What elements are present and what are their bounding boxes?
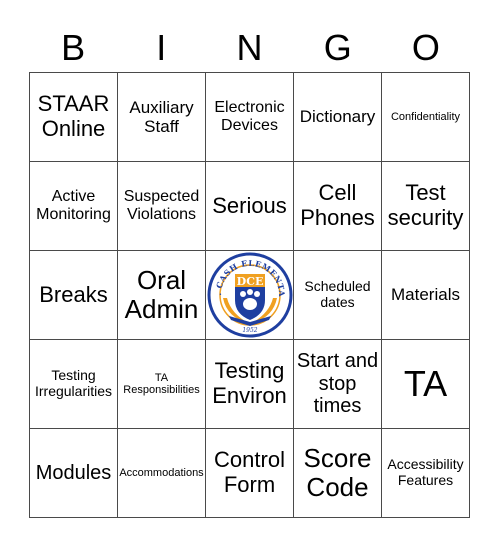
header-letter-g: G (323, 27, 352, 68)
bingo-row: Testing Irregularities TA Responsibiliti… (29, 339, 470, 429)
bingo-cell[interactable]: Test security (381, 161, 470, 251)
bingo-cell[interactable]: TA Responsibilities (117, 339, 206, 429)
bingo-header: B I N G O (29, 24, 470, 72)
bingo-cell[interactable]: Auxiliary Staff (117, 72, 206, 162)
bingo-cell[interactable]: TA (381, 339, 470, 429)
header-letter-i: I (156, 27, 167, 68)
bingo-cell[interactable]: Scheduled dates (293, 250, 382, 340)
bingo-cell[interactable]: Modules (29, 428, 118, 518)
bingo-cell[interactable]: Confidentiality (381, 72, 470, 162)
bingo-cell[interactable]: Cell Phones (293, 161, 382, 251)
bingo-cell[interactable]: Start and stop times (293, 339, 382, 429)
bingo-cell[interactable]: Control Form (205, 428, 294, 518)
bingo-row: Active Monitoring Suspected Violations S… (29, 161, 470, 251)
bingo-cell[interactable]: Serious (205, 161, 294, 251)
logo-initials: DCE (236, 275, 263, 288)
bingo-cell[interactable]: Electronic Devices (205, 72, 294, 162)
logo-year: 1952 (242, 327, 257, 334)
bingo-cell[interactable]: Oral Admin (117, 250, 206, 340)
header-letter-o: O (411, 27, 440, 68)
header-letter-n: N (236, 27, 263, 68)
bingo-row: Modules Accommodations Control Form Scor… (29, 428, 470, 518)
header-letter-b: B (61, 27, 86, 68)
bingo-cell[interactable]: Dictionary (293, 72, 382, 162)
bingo-cell[interactable]: Accessibility Features (381, 428, 470, 518)
bingo-row: Breaks Oral Admin DR. CASH ELEMENTARY (29, 250, 470, 340)
bingo-cell[interactable]: Breaks (29, 250, 118, 340)
bingo-cell[interactable]: Materials (381, 250, 470, 340)
bingo-cell[interactable]: STAAR Online (29, 72, 118, 162)
bingo-row: STAAR Online Auxiliary Staff Electronic … (29, 72, 470, 162)
bingo-cell[interactable]: Testing Environ (205, 339, 294, 429)
bingo-cell[interactable]: Score Code (293, 428, 382, 518)
bingo-cell[interactable]: Suspected Violations (117, 161, 206, 251)
school-logo-icon: DR. CASH ELEMENTARY DCE 1952 (207, 252, 292, 338)
bingo-cell[interactable]: Accommodations (117, 428, 206, 518)
free-space-cell[interactable]: DR. CASH ELEMENTARY DCE 1952 (205, 250, 294, 340)
bingo-grid: STAAR Online Auxiliary Staff Electronic … (29, 72, 470, 518)
bingo-cell[interactable]: Active Monitoring (29, 161, 118, 251)
bingo-cell[interactable]: Testing Irregularities (29, 339, 118, 429)
